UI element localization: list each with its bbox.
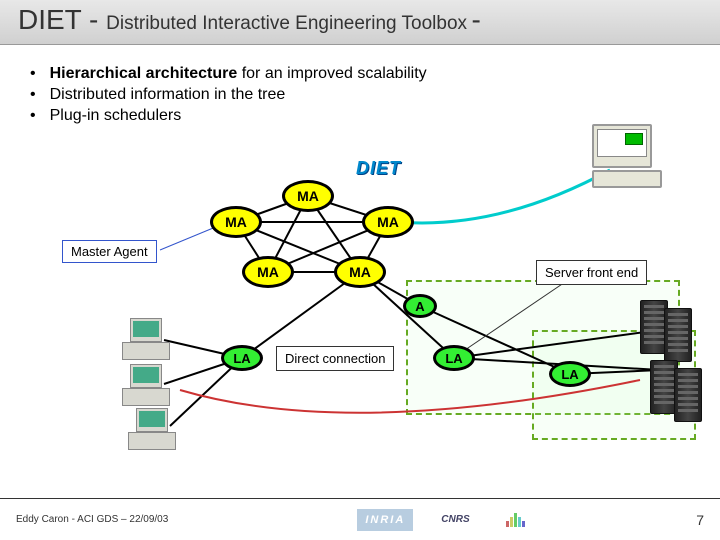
la-node-3: LA [549,361,591,387]
la-node-2: LA [433,345,475,371]
cnrs-logo-icon: CNRS [433,509,477,531]
ma-node-left: MA [210,206,262,238]
footer-credit: Eddy Caron - ACI GDS – 22/09/03 [16,514,216,525]
title-main: DIET - [18,4,106,35]
title-trail: - [471,4,480,35]
a-node: A [403,294,437,318]
la-node-1: LA [221,345,263,371]
bullet-list: Hierarchical architecture for an improve… [26,65,694,125]
bullet-3: Plug-in schedulers [26,107,694,125]
workstation-icon-3 [128,408,176,450]
ma-node-bottom-right: MA [334,256,386,288]
partner-logo-icon [498,509,533,531]
diet-logo-icon: DIET [356,158,401,179]
bullet-2: Distributed information in the tree [26,86,694,104]
page-number: 7 [674,512,704,528]
bullet-1: Hierarchical architecture for an improve… [26,65,694,83]
footer: Eddy Caron - ACI GDS – 22/09/03 INRIA CN… [0,498,720,540]
footer-logos: INRIA CNRS [216,509,674,531]
client-computer-icon [592,124,662,188]
bullet-2-rest: Distributed information in the tree [50,86,286,103]
master-agent-label: Master Agent [62,240,157,263]
ma-node-top: MA [282,180,334,212]
workstation-icon-1 [122,318,170,360]
bullet-1-bold: Hierarchical architecture [50,65,238,82]
diagram: DIET MA MA MA MA MA A LA LA LA Master Ag… [0,130,720,500]
ma-node-bottom-left: MA [242,256,294,288]
server-icon-4 [674,368,702,422]
direct-connection-label: Direct connection [276,346,394,371]
ma-node-right: MA [362,206,414,238]
workstation-icon-2 [122,364,170,406]
bullet-3-rest: Plug-in schedulers [50,107,182,124]
inria-logo-icon: INRIA [357,509,413,531]
title-bar: DIET - Distributed Interactive Engineeri… [0,0,720,45]
server-icon-2 [664,308,692,362]
bullet-1-rest: for an improved scalability [237,65,426,82]
title-subtitle: Distributed Interactive Engineering Tool… [106,13,467,34]
server-front-end-label: Server front end [536,260,647,285]
